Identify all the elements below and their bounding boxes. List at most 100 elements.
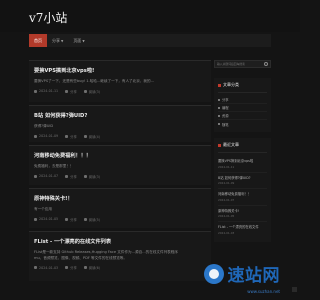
- post-title[interactable]: 河南移动免费福利！！！: [34, 152, 206, 159]
- post-views: 阅读(4): [83, 134, 101, 139]
- post-views-text: 阅读(4): [88, 134, 101, 139]
- watermark-text: 速站网: [227, 266, 280, 286]
- categories-widget: 文章分类 分享 编程 资源 随笔: [214, 78, 271, 132]
- post-date-text: 2024-01-03: [39, 265, 59, 270]
- bullet-icon: [218, 123, 220, 125]
- post-category-text: 分享: [70, 89, 77, 94]
- post-title[interactable]: FList - 一个漂亮的在线文件列表: [34, 238, 206, 245]
- post-excerpt: 免费福利，去是那里！！: [34, 164, 74, 168]
- category-item[interactable]: 分享: [218, 96, 267, 104]
- nav-item-label: 分享: [52, 38, 60, 43]
- eye-icon: [83, 217, 87, 221]
- post-date: 2024-01-03: [34, 266, 58, 270]
- post-meta: 2024-01-05 分享 阅读(5): [34, 217, 206, 222]
- folder-icon: [65, 89, 69, 93]
- recent-post[interactable]: B站 如何获得?弹UID? 2024-01-09: [218, 173, 267, 189]
- post-category[interactable]: 分享: [65, 134, 77, 139]
- nav-item-share[interactable]: 分享▼: [47, 34, 68, 47]
- category-item[interactable]: 随笔: [218, 120, 267, 128]
- post-excerpt-line2: mu、音频预览、图像、视频、PDF 等文件的在线预览等。: [34, 255, 127, 260]
- bullet-icon: [218, 114, 220, 117]
- recent-post-date: 2024-01-07: [218, 197, 235, 202]
- search-icon[interactable]: [264, 62, 268, 66]
- post-views-text: 阅读(3): [88, 89, 101, 94]
- recent-post-date: 2024-01-05: [218, 214, 235, 218]
- watermark: 速站网: [203, 261, 281, 286]
- clock-icon: [34, 134, 37, 138]
- category-label: 编程: [222, 106, 229, 110]
- recent-post-title: FList - 一个漂亮的在线文件: [218, 225, 259, 229]
- post-views: 阅读(5): [83, 217, 101, 222]
- sidebar: 文章分类 分享 编程 资源 随笔 最近文章 要换VPS搞到北京vps啦2024-…: [214, 60, 271, 248]
- post-date-text: 2024-01-11: [39, 89, 59, 93]
- post-date-text: 2024-01-07: [39, 174, 59, 178]
- post-card: 要换VPS搞到北京vps啦! 要换VPS了一下，还是有些bug! 1.哈哈...…: [29, 60, 211, 102]
- recent-post[interactable]: 河南移动免费福利！！ 2024-01-07: [218, 189, 267, 206]
- recent-post[interactable]: 要换VPS搞到北京vps啦 2024-01-11: [218, 156, 267, 173]
- nav-item-pages[interactable]: 页面▼: [68, 34, 89, 47]
- clock-icon: [34, 266, 37, 269]
- eye-icon: [83, 134, 87, 138]
- post-category[interactable]: 分享: [65, 217, 77, 222]
- post-category[interactable]: 分享: [65, 265, 77, 270]
- back-to-top-button[interactable]: [292, 287, 297, 292]
- post-title[interactable]: B站 如何获得?弹UID?: [34, 112, 206, 119]
- eye-icon: [83, 89, 87, 93]
- post-card: 原神特殊关卡!！ 有一个应用 2024-01-05 分享 阅读(5): [29, 188, 211, 228]
- post-category-text: 分享: [70, 217, 77, 222]
- recent-post-date: 2024-01-09: [218, 181, 235, 185]
- widget-title-text: 最近文章: [223, 142, 239, 147]
- recent-posts-widget: 最近文章 要换VPS搞到北京vps啦 2024-01-11 B站 如何获得?弹UI…: [214, 138, 271, 242]
- recent-post-title: B站 如何获得?弹UID?: [218, 175, 251, 180]
- post-title[interactable]: 要换VPS搞到北京vps啦!: [34, 67, 206, 74]
- nav-item-home[interactable]: 首页: [29, 34, 47, 47]
- post-date: 2024-01-07: [34, 174, 58, 178]
- post-title[interactable]: 原神特殊关卡!！: [34, 195, 206, 202]
- recent-post-title: 河南移动免费福利！！: [218, 192, 251, 196]
- post-category-text: 分享: [70, 174, 77, 179]
- recent-post-date: 2024-01-11: [218, 164, 235, 169]
- post-category-text: 分享: [70, 134, 77, 139]
- clock-icon: [34, 89, 37, 93]
- main-nav: 首页 分享▼ 页面▼: [29, 34, 271, 47]
- post-meta: 2024-01-03 分享 阅读(6): [34, 265, 206, 270]
- widget-title-text: 文章分类: [223, 82, 239, 87]
- nav-item-label: 首页: [34, 38, 42, 43]
- category-item[interactable]: 编程: [218, 104, 267, 112]
- post-category[interactable]: 分享: [65, 174, 77, 179]
- post-card: FList - 一个漂亮的在线文件列表 FList是一款支持 Github Re…: [29, 231, 211, 281]
- bullet-icon: [218, 98, 220, 101]
- post-date: 2024-01-05: [34, 217, 58, 221]
- post-card: B站 如何获得?弹UID? 获得?弹UID 2024-01-09 分享 阅读(4…: [29, 105, 211, 142]
- post-category[interactable]: 分享: [65, 89, 77, 94]
- post-views: 阅读(6): [83, 265, 100, 270]
- post-excerpt: 获得?弹UID: [34, 124, 54, 128]
- clock-icon: [34, 174, 37, 178]
- post-views-text: 阅读(5): [88, 217, 101, 222]
- eye-icon: [83, 174, 87, 178]
- widget-title: 最近文章: [218, 142, 267, 153]
- widget-title: 文章分类: [218, 82, 267, 93]
- recent-post[interactable]: FList - 一个漂亮的在线文件 2024-01-03: [218, 222, 267, 238]
- folder-icon: [65, 174, 69, 178]
- category-label: 分享: [222, 98, 229, 102]
- post-meta: 2024-01-07 分享 阅读(3): [34, 174, 206, 179]
- document-icon: [218, 143, 221, 147]
- eye-icon: [83, 266, 87, 269]
- category-item[interactable]: 资源: [218, 112, 267, 120]
- search-box: [214, 60, 271, 68]
- post-card: 河南移动免费福利！！！ 免费福利，去是那里！！ 2024-01-07 分享 阅读…: [29, 145, 211, 185]
- recent-post[interactable]: 原神特殊关卡! 2024-01-05: [218, 206, 267, 222]
- post-views: 阅读(3): [83, 89, 101, 94]
- post-excerpt: 要换VPS了一下，还是有些bug! 1.哈哈...继续了一下，有人了北京，我的.…: [34, 79, 155, 83]
- clock-icon: [34, 217, 37, 221]
- watermark-logo-icon: [203, 263, 224, 284]
- recent-post-date: 2024-01-03: [218, 230, 235, 235]
- post-views-text: 阅读(3): [88, 174, 101, 179]
- search-input[interactable]: [217, 62, 263, 66]
- site-title[interactable]: v7小站: [29, 9, 67, 26]
- post-date-text: 2024-01-09: [39, 134, 59, 138]
- folder-icon: [65, 217, 69, 221]
- post-views: 阅读(3): [83, 174, 101, 179]
- chevron-down-icon: ▼: [82, 39, 85, 43]
